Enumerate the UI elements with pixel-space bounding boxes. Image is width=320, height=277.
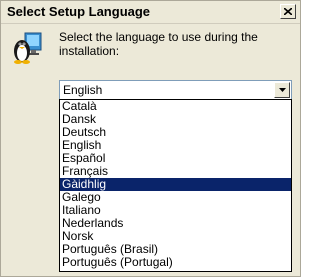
- setup-language-dialog: Select Setup Language Select the languag…: [0, 0, 301, 277]
- window-title: Select Setup Language: [7, 4, 151, 19]
- language-combobox[interactable]: English: [59, 80, 292, 100]
- selected-language: English: [63, 83, 103, 97]
- close-button[interactable]: [280, 4, 296, 19]
- setup-icon: [14, 32, 42, 64]
- instruction-text: Select the language to use during the in…: [59, 30, 258, 58]
- list-item[interactable]: Nederlands: [60, 217, 291, 230]
- language-list[interactable]: Català Dansk Deutsch English Español Fra…: [59, 99, 292, 272]
- close-icon: [284, 8, 292, 15]
- chevron-down-icon: [278, 88, 286, 92]
- title-bar[interactable]: Select Setup Language: [1, 1, 300, 24]
- list-item[interactable]: Português (Portugal): [60, 256, 291, 269]
- dropdown-button[interactable]: [274, 82, 290, 98]
